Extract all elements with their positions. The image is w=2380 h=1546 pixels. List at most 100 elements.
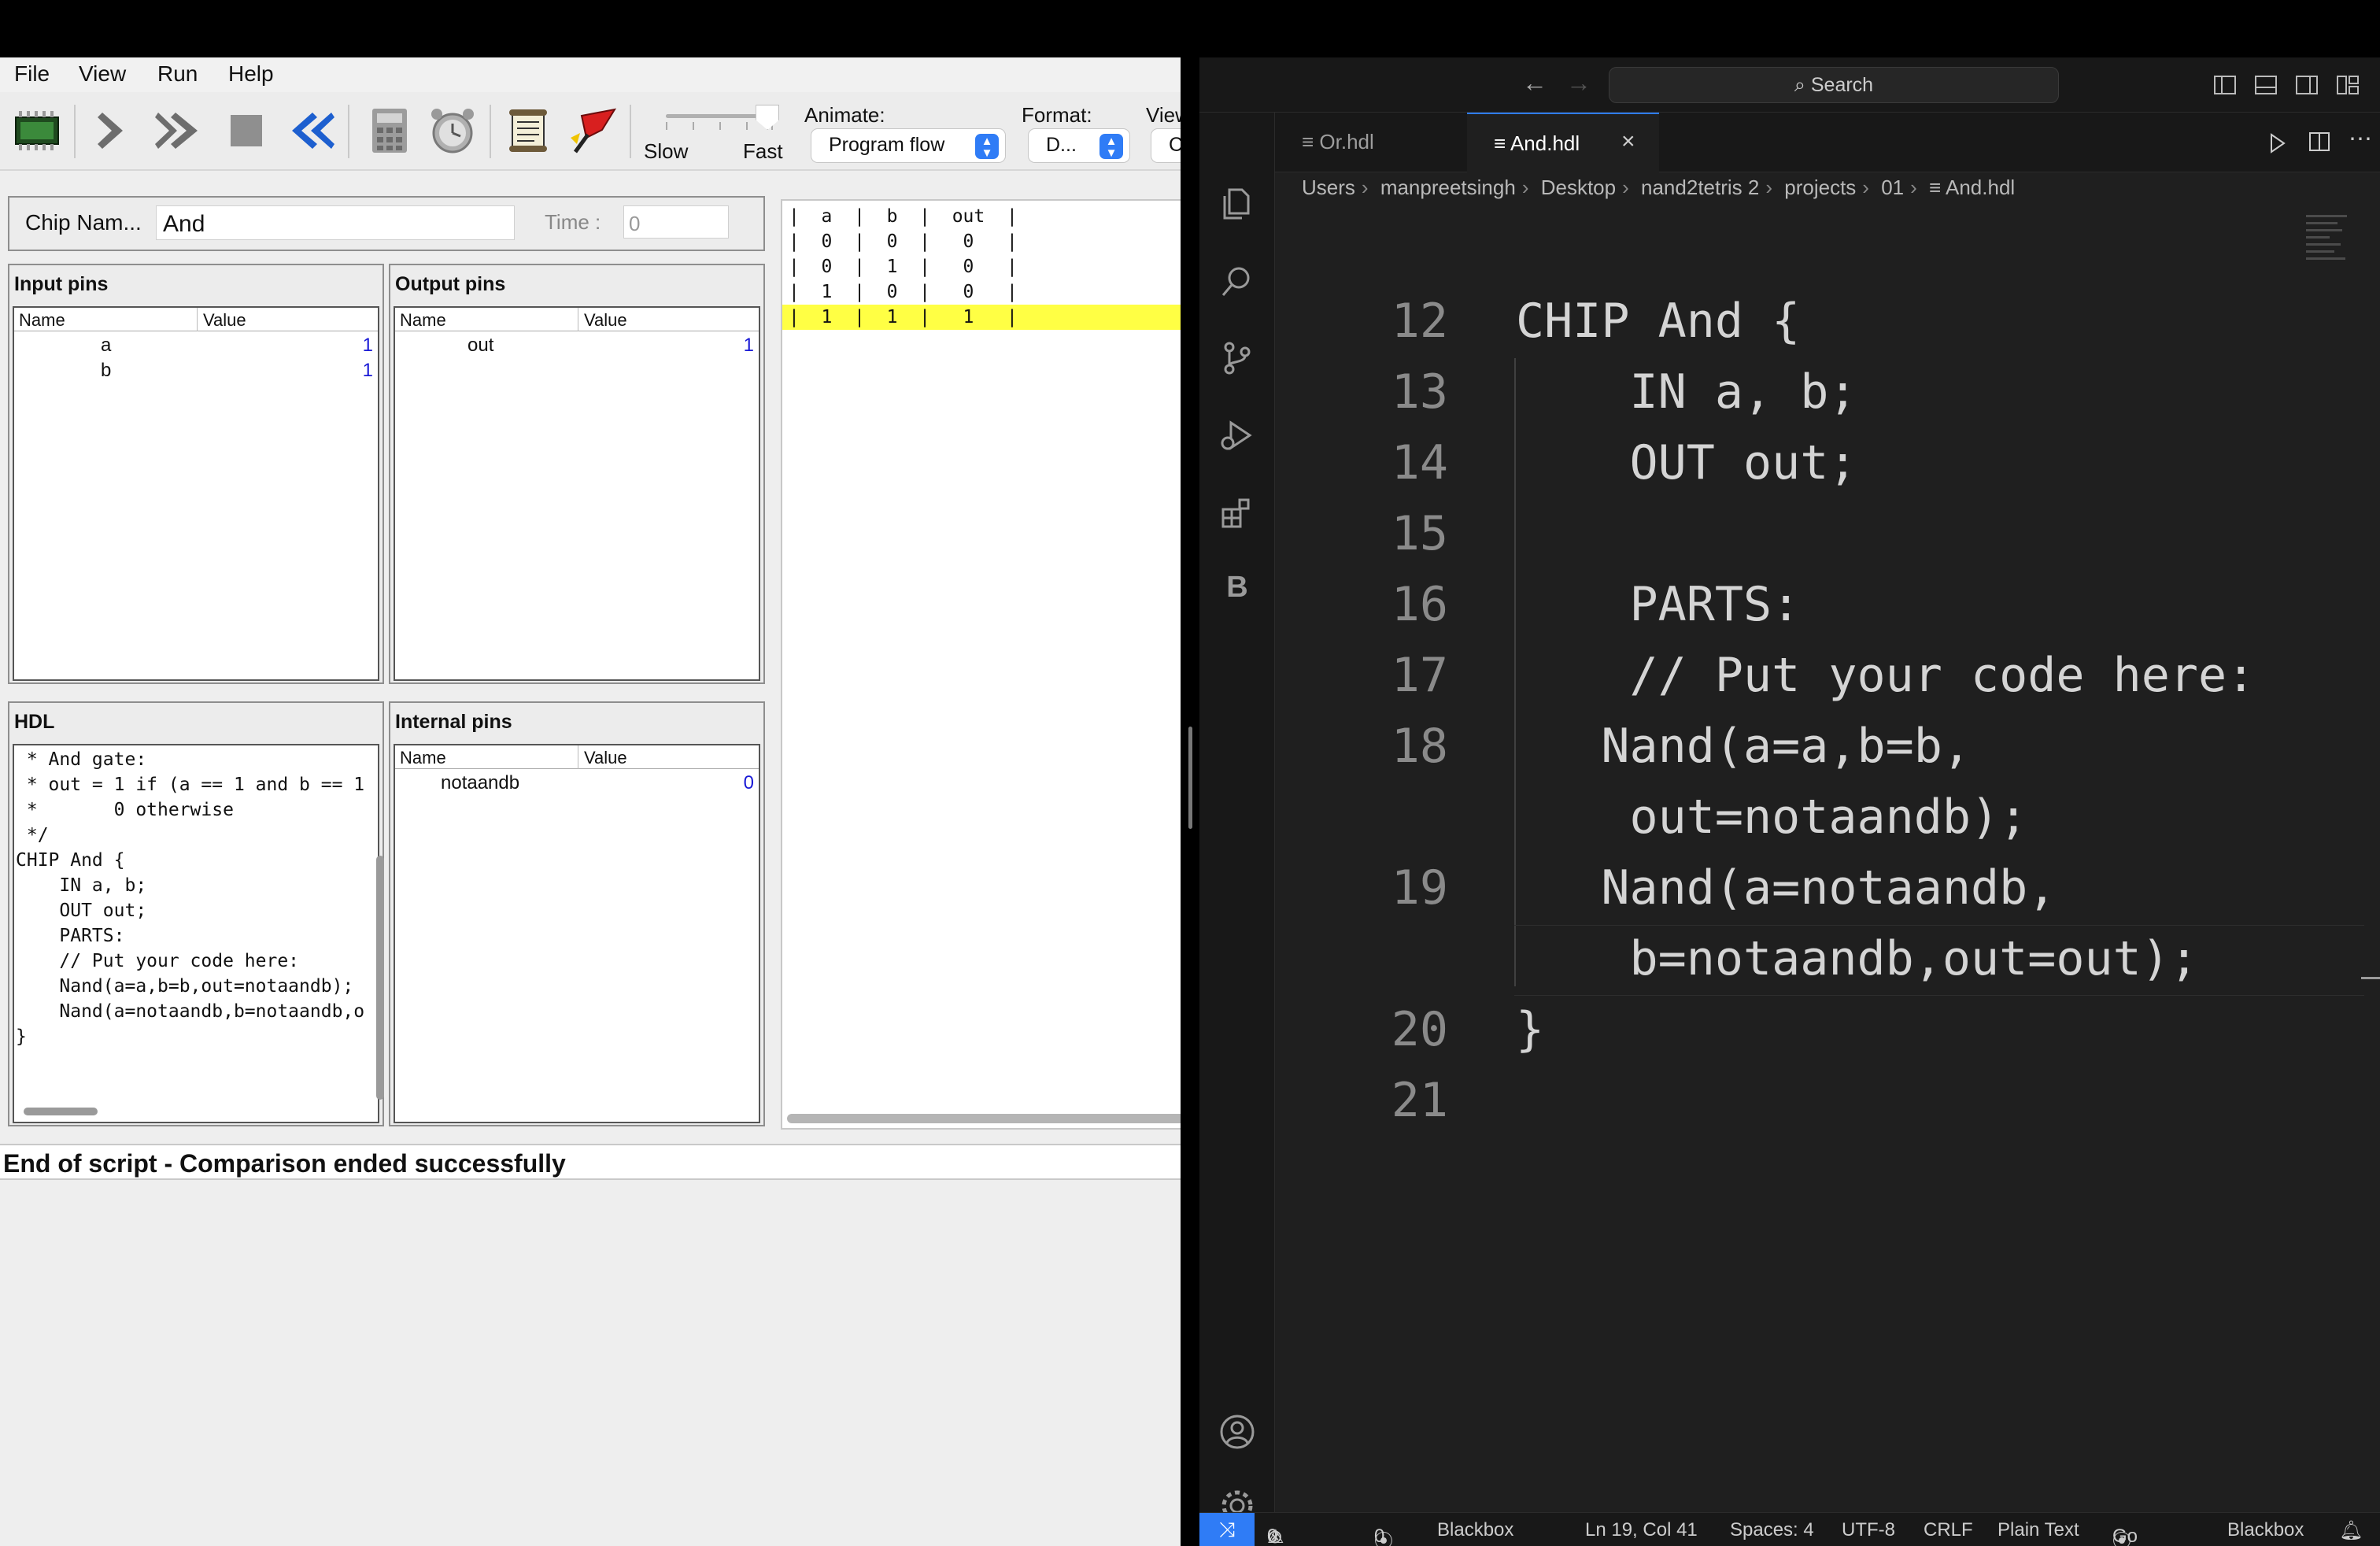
pin-value[interactable]: 1 [363, 360, 373, 382]
breadcrumb: Users › manpreetsingh › Desktop › nand2tetr… [1302, 176, 2016, 199]
menu-help[interactable]: Help [228, 61, 274, 87]
horizontal-scrollbar[interactable] [24, 1108, 98, 1115]
extensions-icon[interactable] [1218, 494, 1256, 531]
breadcrumb-item[interactable]: manpreetsingh [1380, 176, 1516, 199]
back-arrow-icon[interactable]: ← [1522, 68, 1547, 98]
accounts-icon[interactable] [1218, 1413, 1256, 1451]
tab-and-hdl[interactable]: ≡ And.hdl × [1467, 113, 1659, 172]
search-icon[interactable] [1218, 262, 1256, 300]
close-icon[interactable]: × [1621, 128, 1635, 155]
line-number: 14 [1391, 435, 1448, 490]
table-row[interactable]: b 1 [14, 360, 378, 385]
format-select[interactable]: D... ▲ ▼ [1028, 128, 1130, 163]
calculator-icon[interactable] [362, 103, 417, 158]
eol-status[interactable]: CRLF [1924, 1519, 1973, 1541]
fast-label: Fast [743, 139, 783, 163]
menu-run[interactable]: Run [157, 61, 198, 87]
vscode-window: ← → ⌕ Search B ≡ Or.hdl ≡ And.hdl × ⋯ Us… [1199, 57, 2380, 1546]
table-row: notaandb 0 [395, 772, 759, 797]
scrollbar-cursor-marker [2361, 977, 2380, 979]
blackbox-icon[interactable]: B [1218, 571, 1256, 608]
language-mode[interactable]: Plain Text [1998, 1519, 2079, 1541]
pin-name: b [101, 360, 112, 381]
compare-header-row: | a | b | out | [789, 206, 1018, 227]
editor-tabs: ≡ Or.hdl ≡ And.hdl × ⋯ [1275, 113, 2380, 172]
column-name-header: Name [400, 748, 446, 767]
chip-name-field[interactable]: And [156, 205, 515, 240]
breakpoint-icon[interactable] [565, 103, 620, 158]
code-line: OUT out; [16, 901, 147, 921]
script-icon[interactable] [501, 103, 556, 158]
code-editor[interactable]: 12 CHIP And { 13 IN a, b; 14 OUT out; 15… [1275, 205, 2380, 1512]
blackbox-status-right[interactable]: Blackbox [2227, 1519, 2304, 1541]
input-pins-title: Input pins [14, 273, 109, 295]
more-actions-icon[interactable]: ⋯ [2349, 125, 2372, 153]
input-pins-table: Name Value a 1 b 1 [13, 306, 379, 681]
explorer-icon[interactable] [1218, 185, 1256, 223]
run-file-icon[interactable] [2265, 131, 2289, 155]
clock-icon[interactable] [425, 103, 480, 158]
hdl-text-area[interactable]: * And gate: * out = 1 if (a == 1 and b =… [16, 747, 375, 1105]
ports-count: 0 [1374, 1526, 1385, 1546]
minimap[interactable] [2306, 210, 2353, 305]
split-divider[interactable] [1181, 57, 1199, 1546]
breadcrumb-item[interactable]: And.hdl [1946, 176, 2015, 199]
remote-indicator-icon[interactable]: ⤨ [1199, 1513, 1255, 1546]
toggle-primary-sidebar-icon[interactable] [2213, 73, 2237, 97]
speed-slider[interactable] [661, 105, 780, 136]
time-label: Time : [545, 210, 601, 234]
breadcrumb-item[interactable]: Users [1302, 176, 1355, 199]
indentation-status[interactable]: Spaces: 4 [1730, 1519, 1814, 1541]
output-pins-table: Name Value out 1 [394, 306, 760, 681]
speed-slider-ticks [666, 122, 773, 131]
breadcrumb-item[interactable]: 01 [1881, 176, 1904, 199]
pin-value[interactable]: 1 [363, 335, 373, 357]
menu-bar: File View Run Help [0, 57, 1181, 92]
code-line: Nand(a=notaandb, [1516, 860, 2057, 915]
customize-layout-icon[interactable] [2336, 73, 2360, 97]
comparison-output-panel: | a | b | out | | 0 | 0 | 0 | | 0 | 1 | … [781, 199, 1181, 1130]
view-select[interactable]: C [1151, 128, 1181, 163]
code-line: out=notaandb); [1516, 790, 2028, 845]
source-control-icon[interactable] [1218, 339, 1256, 377]
activity-bar: B [1199, 113, 1275, 1522]
single-step-icon[interactable] [85, 103, 140, 158]
table-row[interactable]: a 1 [14, 335, 378, 360]
code-line: IN a, b; [16, 875, 147, 896]
table-header: Name Value [395, 745, 759, 769]
cursor-position[interactable]: Ln 19, Col 41 [1585, 1519, 1698, 1541]
horizontal-scrollbar[interactable] [787, 1114, 1181, 1123]
run-and-debug-icon[interactable] [1218, 416, 1256, 454]
breadcrumb-item[interactable]: Desktop [1541, 176, 1616, 199]
reset-icon[interactable] [283, 103, 338, 158]
encoding-status[interactable]: UTF-8 [1842, 1519, 1895, 1541]
menu-file[interactable]: File [14, 61, 50, 87]
toggle-panel-icon[interactable] [2254, 73, 2278, 97]
divider-grip[interactable] [1188, 727, 1192, 829]
line-number: 12 [1391, 294, 1448, 349]
breadcrumb-item[interactable]: nand2tetris 2 [1641, 176, 1759, 199]
bell-icon[interactable]: 🔔︎ [2339, 1519, 2363, 1542]
internal-pins-panel: Internal pins Name Value notaandb 0 [389, 701, 765, 1126]
run-icon[interactable] [151, 103, 206, 158]
animate-select[interactable]: Program flow ▲ ▼ [811, 128, 1006, 163]
stop-icon[interactable] [219, 103, 274, 158]
load-chip-icon[interactable] [9, 103, 65, 158]
hdl-panel: HDL * And gate: * out = 1 if (a == 1 and… [8, 701, 384, 1126]
vertical-scrollbar[interactable] [376, 856, 384, 1100]
format-label: Format: [1022, 103, 1092, 127]
menu-view[interactable]: View [79, 61, 126, 87]
breadcrumb-item[interactable]: projects [1784, 176, 1856, 199]
toggle-secondary-sidebar-icon[interactable] [2295, 73, 2319, 97]
toolbar-separator [348, 105, 349, 158]
file-lines-icon: ≡ [1494, 131, 1510, 155]
forward-arrow-icon[interactable]: → [1566, 68, 1591, 98]
animate-select-value: Program flow [829, 134, 945, 156]
split-editor-icon[interactable] [2308, 130, 2331, 153]
tab-or-hdl[interactable]: ≡ Or.hdl [1275, 113, 1467, 172]
chip-info-panel: Chip Nam... And Time : 0 [8, 196, 765, 251]
line-number: 13 [1391, 364, 1448, 420]
command-center-search[interactable]: ⌕ Search [1609, 67, 2059, 103]
table-row: out 1 [395, 335, 759, 360]
blackbox-status-left[interactable]: Blackbox [1437, 1519, 1513, 1541]
